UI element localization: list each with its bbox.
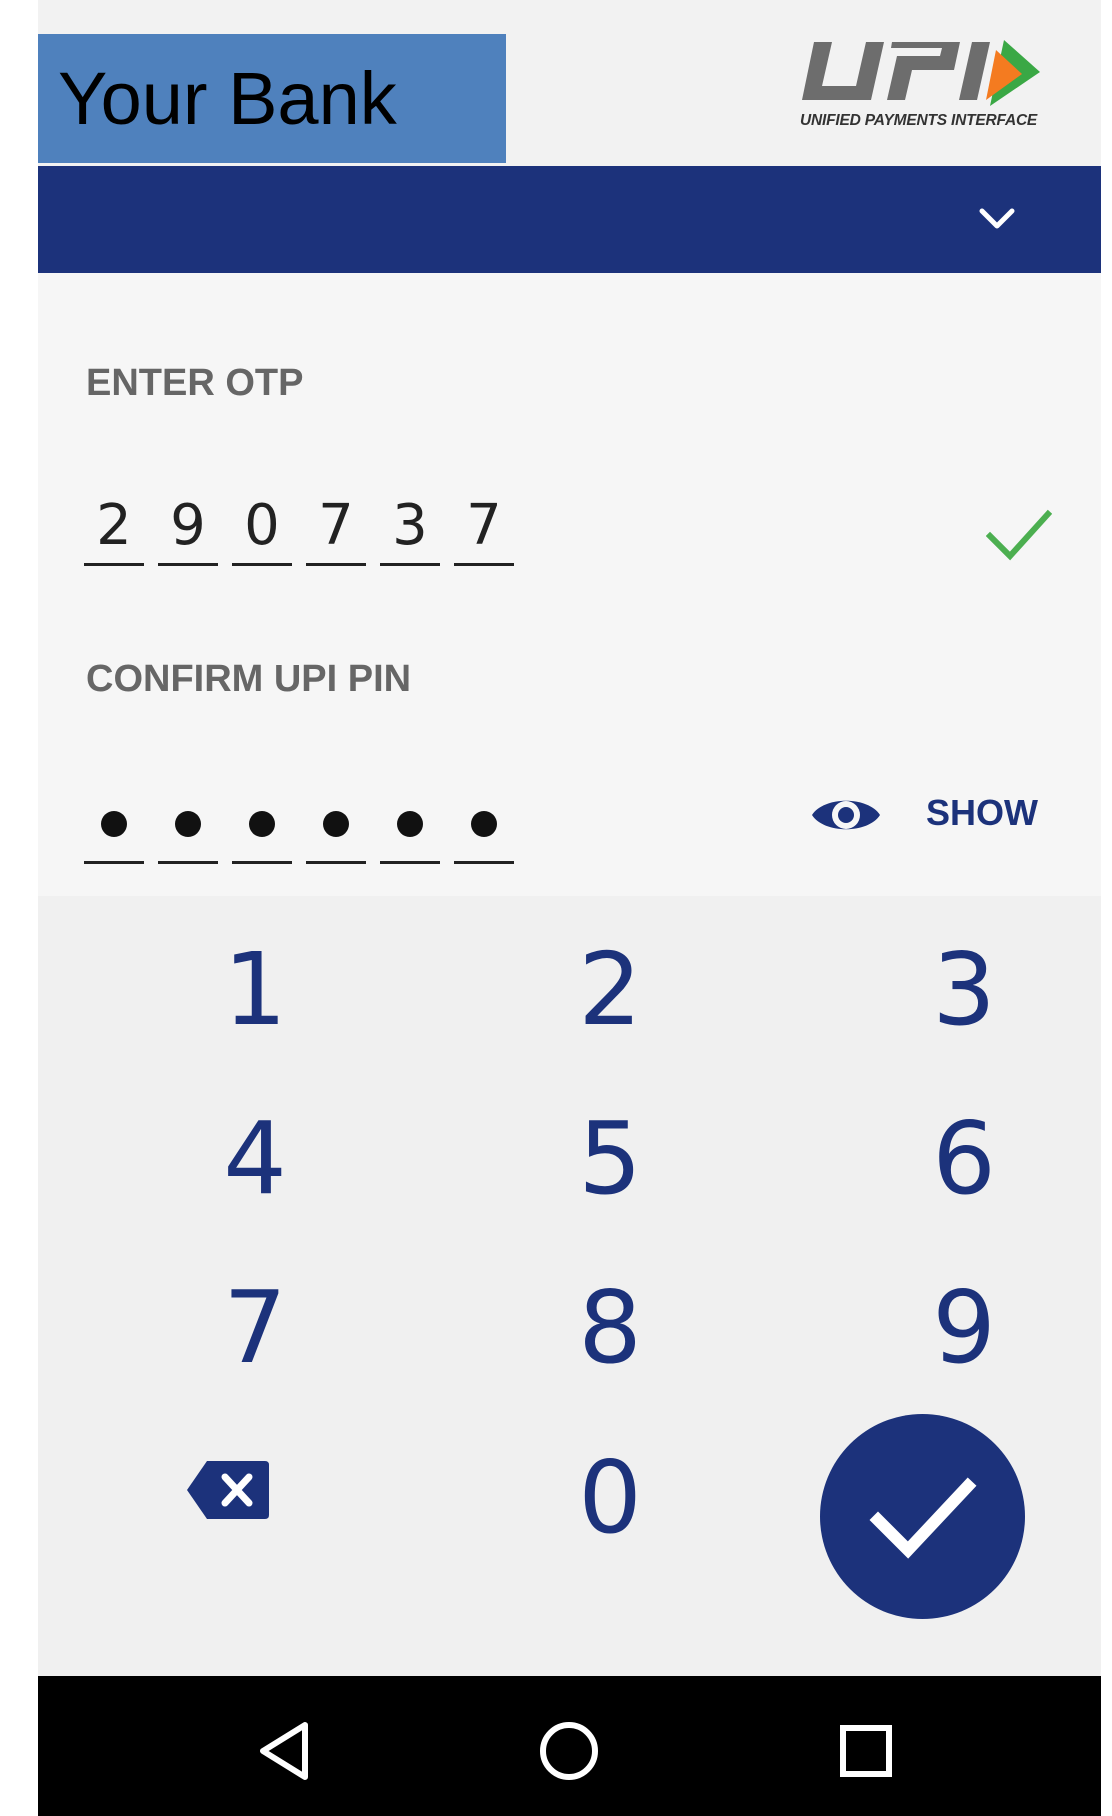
pin-dot	[323, 810, 349, 837]
key-1[interactable]: 1	[165, 924, 345, 1054]
check-icon	[869, 1477, 976, 1559]
otp-digit[interactable]: 2	[84, 488, 144, 566]
phone-screen: Your Bank UNIFIED PAYMENTS INTERFACE ENT…	[38, 0, 1101, 1816]
bank-logo-box: Your Bank	[38, 34, 506, 163]
nav-recents-button[interactable]	[831, 1716, 901, 1786]
submit-button[interactable]	[820, 1414, 1025, 1619]
recents-icon	[840, 1725, 892, 1777]
otp-digit[interactable]: 3	[380, 488, 440, 566]
pin-dot	[249, 810, 275, 837]
back-icon	[260, 1722, 308, 1780]
upi-tagline: UNIFIED PAYMENTS INTERFACE	[800, 112, 1038, 129]
check-icon	[986, 509, 1052, 561]
upi-logo: UNIFIED PAYMENTS INTERFACE	[800, 36, 1050, 132]
key-7[interactable]: 7	[165, 1262, 345, 1392]
key-5[interactable]: 5	[520, 1093, 700, 1223]
eye-icon[interactable]	[810, 790, 882, 840]
otp-digit[interactable]: 7	[306, 488, 366, 566]
pin-dot	[175, 810, 201, 837]
key-9[interactable]: 9	[874, 1262, 1054, 1392]
pin-digit[interactable]	[380, 786, 440, 864]
pin-label: CONFIRM UPI PIN	[86, 658, 412, 700]
pin-digit[interactable]	[232, 786, 292, 864]
backspace-icon	[187, 1461, 269, 1519]
pin-digit[interactable]	[454, 786, 514, 864]
otp-digit[interactable]: 7	[454, 488, 514, 566]
android-nav-bar	[38, 1676, 1101, 1816]
key-4[interactable]: 4	[165, 1093, 345, 1223]
pin-digit[interactable]	[84, 786, 144, 864]
chevron-down-icon[interactable]	[978, 205, 1016, 235]
account-selector-bar[interactable]	[38, 166, 1101, 273]
bank-name: Your Bank	[58, 57, 397, 140]
pin-digit[interactable]	[158, 786, 218, 864]
key-8[interactable]: 8	[520, 1262, 700, 1392]
key-0[interactable]: 0	[520, 1432, 700, 1562]
numeric-keypad: 1 2 3 4 5 6 7 8 9 0	[38, 896, 1101, 1676]
nav-home-button[interactable]	[534, 1716, 604, 1786]
home-icon	[540, 1722, 598, 1780]
show-pin-button[interactable]: SHOW	[926, 792, 1038, 834]
key-2[interactable]: 2	[520, 924, 700, 1054]
otp-digit[interactable]: 0	[232, 488, 292, 566]
otp-label: ENTER OTP	[86, 362, 304, 404]
backspace-button[interactable]	[168, 1445, 288, 1535]
pin-dot	[397, 810, 423, 837]
otp-digit[interactable]: 9	[158, 488, 218, 566]
nav-back-button[interactable]	[250, 1716, 320, 1786]
pin-digit[interactable]	[306, 786, 366, 864]
header: Your Bank UNIFIED PAYMENTS INTERFACE	[38, 0, 1101, 166]
pin-dot	[471, 810, 497, 837]
pin-dot	[101, 810, 127, 837]
key-6[interactable]: 6	[874, 1093, 1054, 1223]
upi-logo-mark	[802, 40, 1040, 106]
key-3[interactable]: 3	[874, 924, 1054, 1054]
